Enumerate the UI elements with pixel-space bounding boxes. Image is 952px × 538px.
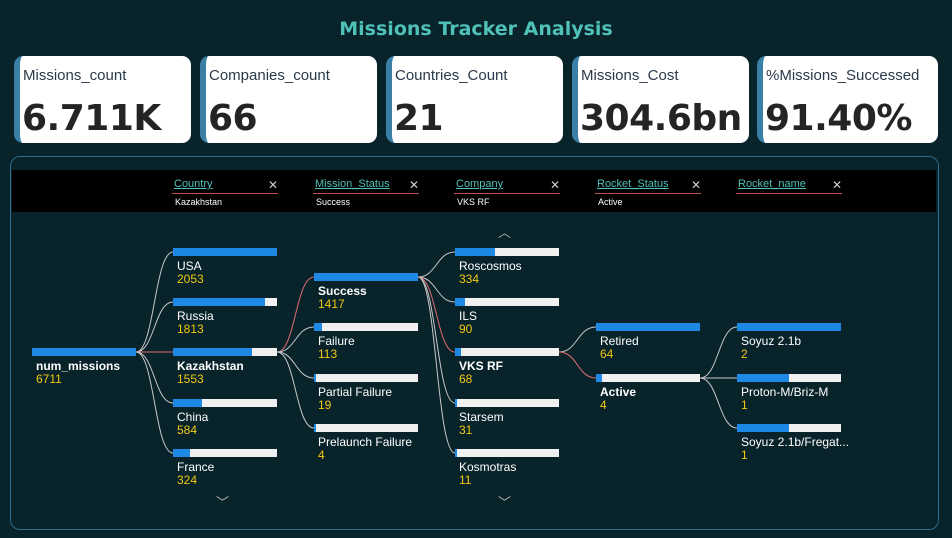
node-label: Success <box>318 284 367 298</box>
node-bar[interactable] <box>455 348 559 356</box>
node-value: 1 <box>741 448 748 462</box>
node-bar-fill <box>173 399 202 407</box>
tree-link <box>276 326 315 353</box>
node-bar-fill <box>455 248 495 256</box>
node-bar-fill <box>737 323 841 331</box>
node-bar[interactable] <box>314 374 418 382</box>
node-label: Soyuz 2.1b/Fregat... <box>741 435 850 449</box>
node-label: Failure <box>318 334 355 348</box>
node-bar[interactable] <box>173 248 277 256</box>
node-bar-fill <box>455 449 457 457</box>
node-bar[interactable] <box>596 374 700 382</box>
node-value: 334 <box>459 272 480 286</box>
node-bar[interactable] <box>455 449 559 457</box>
node-value: 6711 <box>36 372 62 386</box>
node-bar[interactable] <box>314 323 418 331</box>
node-bar[interactable] <box>314 424 418 432</box>
chevron-down-icon[interactable]: ﹀ <box>216 492 229 511</box>
node-label: num_missions <box>36 359 121 373</box>
node-bar[interactable] <box>314 273 418 281</box>
node-bar-fill <box>455 298 465 306</box>
node-value: 4 <box>318 448 325 462</box>
node-bar[interactable] <box>173 298 277 306</box>
node-bar[interactable] <box>737 323 841 331</box>
node-label: Retired <box>600 334 639 348</box>
node-bar-fill <box>314 273 418 281</box>
node-bar-fill <box>173 248 277 256</box>
node-bar[interactable] <box>455 399 559 407</box>
node-bar[interactable] <box>173 449 277 457</box>
tree-link <box>135 351 174 404</box>
node-bar-fill <box>32 348 136 356</box>
tree-link <box>276 351 315 379</box>
node-value: 31 <box>459 423 473 437</box>
node-label: Kazakhstan <box>177 359 244 373</box>
tree-link <box>276 276 315 353</box>
tree-link <box>135 251 174 353</box>
tree-link <box>417 251 456 278</box>
node-bar[interactable] <box>173 399 277 407</box>
node-label: Soyuz 2.1b <box>741 334 802 348</box>
chevron-down-icon[interactable]: ﹀ <box>498 492 511 511</box>
node-bar[interactable] <box>455 248 559 256</box>
node-bar[interactable] <box>32 348 136 356</box>
tree-link <box>135 301 174 353</box>
node-value: 2053 <box>177 272 204 286</box>
tree-link <box>699 326 738 379</box>
tree-link <box>417 276 456 454</box>
node-bar[interactable] <box>737 424 841 432</box>
tree-link <box>135 351 174 454</box>
node-bar-fill <box>314 374 316 382</box>
node-bar-fill <box>173 449 190 457</box>
node-label: Partial Failure <box>318 385 393 399</box>
node-bar-fill <box>173 298 265 306</box>
node-value: 113 <box>318 347 338 361</box>
node-value: 90 <box>459 322 473 336</box>
node-value: 1 <box>741 398 748 412</box>
node-bar-fill <box>314 424 316 432</box>
node-value: 64 <box>600 347 614 361</box>
node-label: France <box>177 460 215 474</box>
tree-link <box>558 351 597 379</box>
node-label: ILS <box>459 309 478 323</box>
tree-link <box>558 326 597 353</box>
node-label: China <box>177 410 209 424</box>
node-label: Starsem <box>459 410 504 424</box>
node-bar-fill <box>173 348 252 356</box>
node-value: 19 <box>318 398 332 412</box>
node-bar[interactable] <box>596 323 700 331</box>
node-label: Active <box>600 385 637 399</box>
node-value: 584 <box>177 423 198 437</box>
node-bar-fill <box>455 399 457 407</box>
node-value: 11 <box>459 473 472 487</box>
node-value: 68 <box>459 372 473 386</box>
node-bar[interactable] <box>173 348 277 356</box>
node-bar[interactable] <box>737 374 841 382</box>
node-value: 1417 <box>318 297 345 311</box>
node-value: 1813 <box>177 322 204 336</box>
node-value: 1553 <box>177 372 204 386</box>
node-label: VKS RF <box>459 359 504 373</box>
node-bar-fill <box>596 323 700 331</box>
tree-link <box>276 351 315 429</box>
node-bar[interactable] <box>455 298 559 306</box>
node-value: 324 <box>177 473 198 487</box>
node-label: Kosmotras <box>459 460 517 474</box>
tree-link <box>699 377 738 429</box>
node-label: Prelaunch Failure <box>318 435 413 449</box>
node-bar-fill <box>314 323 322 331</box>
node-bar-fill <box>737 374 789 382</box>
node-label: Roscosmos <box>459 259 522 273</box>
node-bar-fill <box>737 424 789 432</box>
chevron-up-icon[interactable]: ︿ <box>498 222 511 241</box>
tree-link <box>417 276 456 404</box>
node-bar-fill <box>455 348 461 356</box>
node-label: Russia <box>177 309 214 323</box>
node-label: USA <box>177 259 202 273</box>
node-value: 4 <box>600 398 607 412</box>
node-bar-fill <box>596 374 602 382</box>
node-label: Proton-M/Briz-M <box>741 385 829 399</box>
node-value: 2 <box>741 347 748 361</box>
